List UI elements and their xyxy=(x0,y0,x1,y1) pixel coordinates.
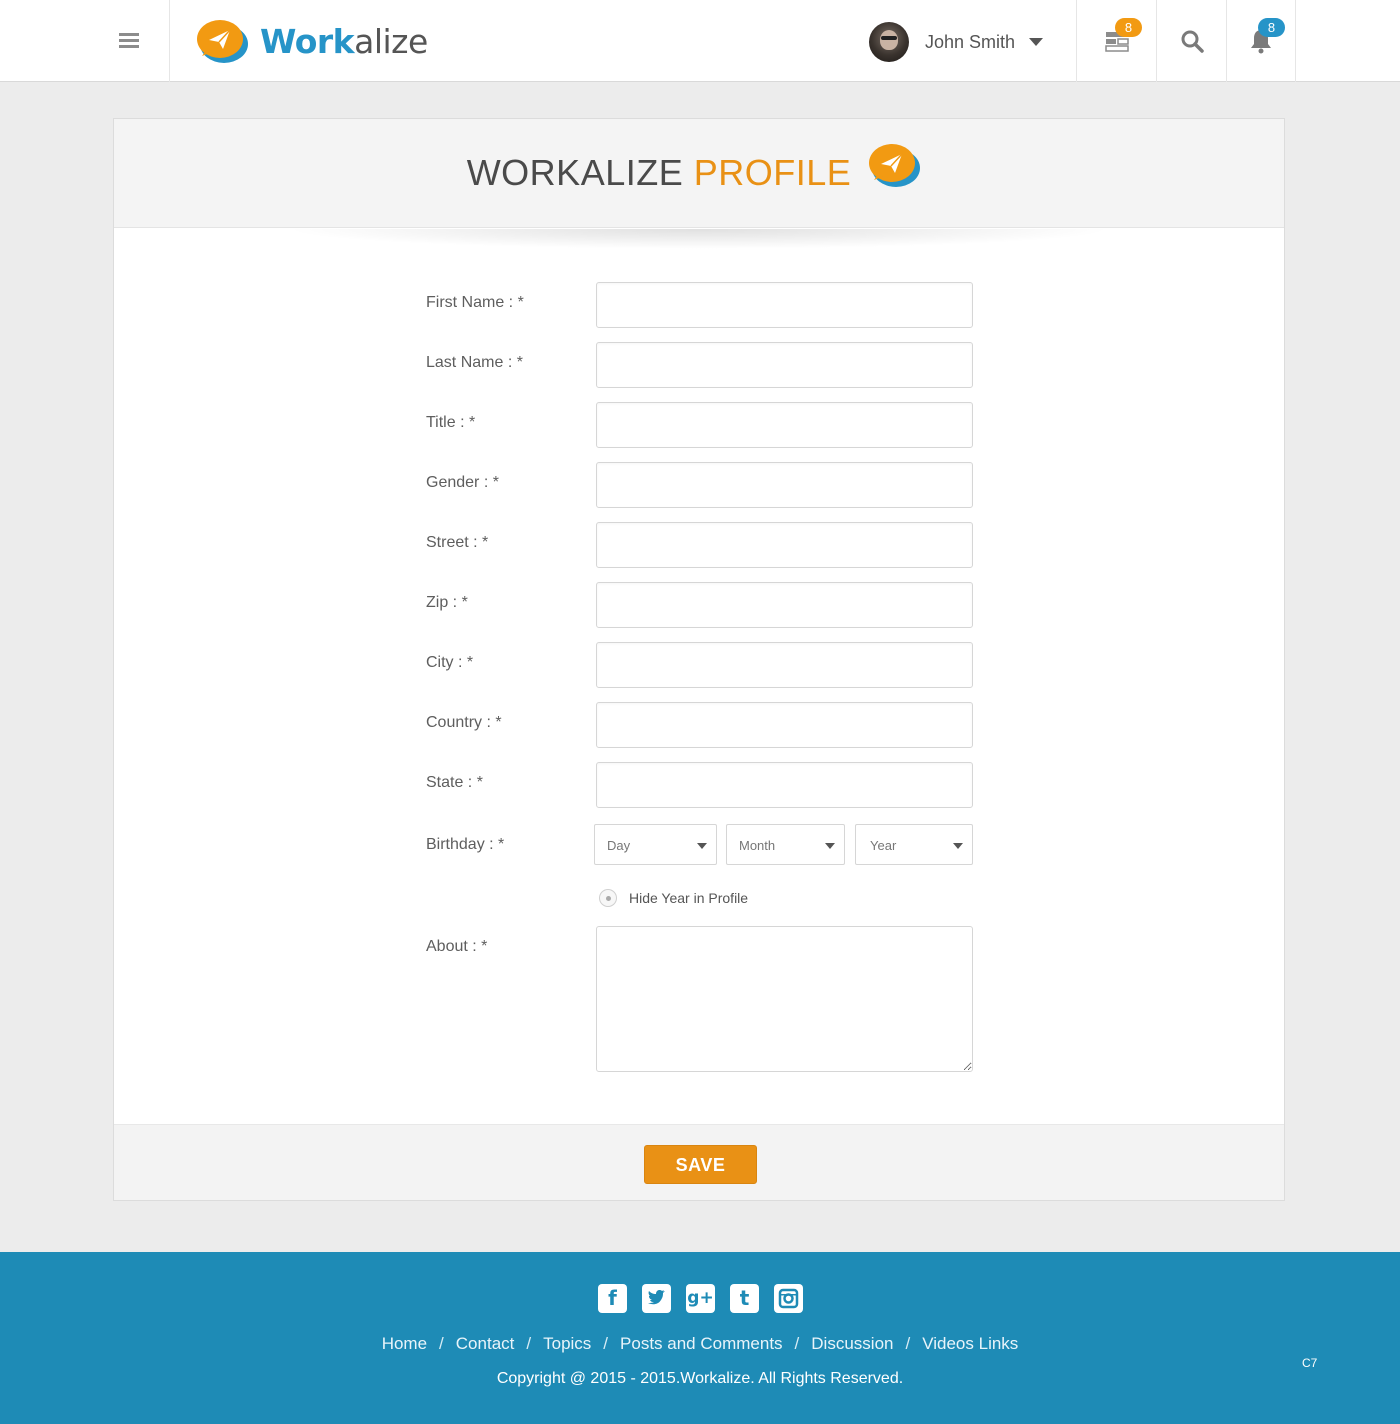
title-label: Title : * xyxy=(426,414,476,431)
birthday-day-select[interactable]: Day xyxy=(594,824,717,865)
country-label: Country : * xyxy=(426,714,502,731)
footer-link-home[interactable]: Home xyxy=(382,1334,427,1353)
page-title: WORKALIZE PROFILE xyxy=(467,152,852,194)
country-input[interactable] xyxy=(596,702,973,748)
gender-input[interactable] xyxy=(596,462,973,508)
street-row: Street : * xyxy=(426,522,986,568)
first-name-input[interactable] xyxy=(596,282,973,328)
page-title-dark: WORKALIZE xyxy=(466,152,684,193)
footer-link-topics[interactable]: Topics xyxy=(543,1334,591,1353)
profile-card: WORKALIZE PROFILE First Name : * Last Na… xyxy=(113,118,1285,1201)
twitter-icon[interactable] xyxy=(642,1284,671,1313)
hide-year-radio[interactable] xyxy=(599,889,617,907)
notifications-count-badge: 8 xyxy=(1258,18,1285,37)
birthday-day-value: Day xyxy=(607,838,631,853)
brand-name: Workalize xyxy=(260,22,428,61)
link-separator: / xyxy=(905,1334,911,1353)
footer-link-videos[interactable]: Videos Links xyxy=(922,1334,1018,1353)
title-row: Title : * xyxy=(426,402,986,448)
birthday-label: Birthday : * xyxy=(426,836,505,853)
profile-card-footer: SAVE xyxy=(114,1124,1284,1200)
last-name-row: Last Name : * xyxy=(426,342,986,388)
country-row: Country : * xyxy=(426,702,986,748)
zip-label: Zip : * xyxy=(426,594,468,611)
brand-logo[interactable]: Workalize xyxy=(194,16,428,66)
profile-card-header: WORKALIZE PROFILE xyxy=(114,119,1284,228)
top-navigation-bar: Workalize John Smith 8 8 xyxy=(0,0,1400,82)
footer-link-contact[interactable]: Contact xyxy=(456,1334,515,1353)
birthday-year-value: Year xyxy=(870,838,897,853)
city-label: City : * xyxy=(426,654,474,671)
search-button[interactable] xyxy=(1156,0,1226,82)
gender-row: Gender : * xyxy=(426,462,986,508)
birthday-month-select[interactable]: Month xyxy=(726,824,845,865)
last-name-input[interactable] xyxy=(596,342,973,388)
version-label: C7 xyxy=(1302,1356,1318,1370)
hide-year-option[interactable]: Hide Year in Profile xyxy=(599,888,748,908)
link-separator: / xyxy=(526,1334,532,1353)
link-separator: / xyxy=(794,1334,800,1353)
brand-name-alize: alize xyxy=(354,21,428,61)
city-row: City : * xyxy=(426,642,986,688)
zip-input[interactable] xyxy=(596,582,973,628)
paper-plane-bubble-icon xyxy=(869,144,920,187)
about-row: About : * xyxy=(426,926,986,1072)
birthday-month-value: Month xyxy=(739,838,776,853)
hamburger-icon xyxy=(118,33,139,49)
city-input[interactable] xyxy=(596,642,973,688)
user-menu[interactable]: John Smith xyxy=(869,22,1044,62)
header-shadow xyxy=(284,229,1114,249)
state-input[interactable] xyxy=(596,762,973,808)
hide-year-label: Hide Year in Profile xyxy=(629,890,749,906)
footer-link-discussion[interactable]: Discussion xyxy=(811,1334,893,1353)
paper-plane-bubble-icon xyxy=(197,20,248,63)
instagram-icon[interactable] xyxy=(774,1284,803,1313)
chevron-down-icon xyxy=(953,843,963,849)
footer-link-posts[interactable]: Posts and Comments xyxy=(620,1334,783,1353)
messages-count-badge: 8 xyxy=(1115,18,1142,37)
footer-links: Home / Contact / Topics / Posts and Comments / D… xyxy=(0,1334,1400,1354)
gender-label: Gender : * xyxy=(426,474,499,491)
brand-name-work: Work xyxy=(260,21,355,61)
copyright-text: Copyright @ 2015 - 2015.Workalize. All R… xyxy=(496,1370,904,1387)
first-name-row: First Name : * xyxy=(426,282,986,328)
user-name[interactable]: John Smith xyxy=(925,32,1015,53)
state-label: State : * xyxy=(426,774,483,791)
birthday-year-select[interactable]: Year xyxy=(855,824,973,865)
last-name-label: Last Name : * xyxy=(426,354,523,371)
birthday-row: Birthday : * Day Month Year xyxy=(426,824,986,870)
page-title-orange: PROFILE xyxy=(693,152,852,193)
zip-row: Zip : * xyxy=(426,582,986,628)
about-label: About : * xyxy=(426,938,488,955)
chevron-down-icon xyxy=(825,843,835,849)
title-input[interactable] xyxy=(596,402,973,448)
first-name-label: First Name : * xyxy=(426,294,524,311)
chevron-down-icon xyxy=(697,843,707,849)
social-links: f g+ t xyxy=(598,1284,803,1313)
state-row: State : * xyxy=(426,762,986,808)
about-textarea[interactable] xyxy=(596,926,973,1072)
avatar[interactable] xyxy=(869,22,909,62)
site-footer: f g+ t Home / Contact / Topics / Posts and Com… xyxy=(0,1252,1400,1424)
search-icon xyxy=(1181,30,1204,53)
facebook-icon[interactable]: f xyxy=(598,1284,627,1313)
chevron-down-icon[interactable] xyxy=(1029,38,1044,46)
street-label: Street : * xyxy=(426,534,489,551)
save-button[interactable]: SAVE xyxy=(644,1145,757,1184)
link-separator: / xyxy=(603,1334,609,1353)
notifications-button[interactable]: 8 xyxy=(1226,0,1296,82)
link-separator: / xyxy=(439,1334,444,1353)
messages-button[interactable]: 8 xyxy=(1076,0,1156,82)
menu-button[interactable] xyxy=(88,0,170,82)
street-input[interactable] xyxy=(596,522,973,568)
tumblr-icon[interactable]: t xyxy=(730,1284,759,1313)
google-plus-icon[interactable]: g+ xyxy=(686,1284,715,1313)
